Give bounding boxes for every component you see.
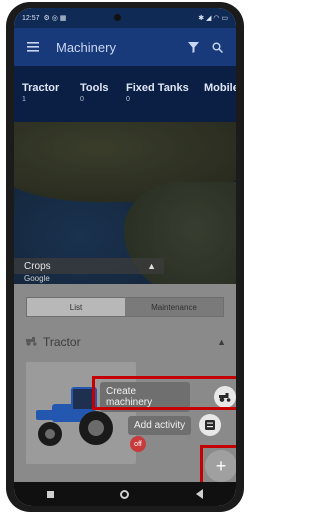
recents-icon[interactable] — [47, 490, 55, 498]
tab-tools[interactable]: Tools 0 — [80, 82, 109, 103]
tab-mobile-label: Mobile — [204, 82, 236, 94]
tab-tractor[interactable]: Tractor 1 — [22, 82, 59, 103]
search-icon[interactable] — [208, 38, 226, 56]
maintenance-toggle[interactable]: Maintenance — [125, 298, 223, 316]
tab-tractor-label: Tractor — [22, 82, 60, 94]
highlight-box — [92, 376, 236, 410]
status-left-icons: ⚙ ◎ ▦ — [43, 15, 67, 22]
status-time: 12:57 — [22, 14, 40, 22]
filter-icon[interactable] — [184, 38, 202, 56]
tab-fixed-tanks[interactable]: Fixed Tanks 0 — [126, 82, 189, 103]
view-toggle: List Maintenance — [26, 297, 224, 317]
tractor-icon — [26, 333, 37, 351]
map-attribution: Google — [24, 274, 50, 283]
highlight-box — [200, 445, 236, 487]
chevron-up-icon: ▲ — [217, 337, 226, 347]
tractor-section-header[interactable]: Tractor ▲ — [26, 332, 226, 352]
android-navbar — [14, 482, 236, 506]
section-title: Tractor — [43, 335, 81, 349]
map-layer-label: Crops — [24, 260, 51, 272]
page-title: Machinery — [56, 39, 116, 55]
tab-tractor-count: 1 — [22, 96, 26, 103]
tab-fixed-tanks-label: Fixed Tanks — [126, 82, 189, 94]
tab-tools-label: Tools — [80, 82, 109, 94]
checklist-icon[interactable] — [199, 414, 222, 436]
map-layer-selector[interactable]: Crops ▲ — [14, 258, 164, 274]
camera-notch — [114, 14, 121, 21]
status-bar: 12:57 ⚙ ◎ ▦ ✱ ◢ ◠ ▭ — [14, 8, 236, 28]
tab-mobile[interactable]: Mobile — [204, 82, 236, 94]
list-toggle[interactable]: List — [27, 298, 125, 316]
machine-category-tabs: Tractor 1 Tools 0 Fixed Tanks 0 Mobile — [14, 66, 236, 122]
status-badge: off — [130, 436, 146, 452]
hamburger-icon[interactable] — [24, 38, 42, 56]
phone-frame: 12:57 ⚙ ◎ ▦ ✱ ◢ ◠ ▭ Machinery Tractor 1 … — [6, 2, 244, 512]
tab-fixed-tanks-count: 0 — [126, 96, 130, 103]
phone-screen: 12:57 ⚙ ◎ ▦ ✱ ◢ ◠ ▭ Machinery Tractor 1 … — [14, 8, 236, 506]
status-right-icons: ✱ ◢ ◠ ▭ — [198, 15, 228, 22]
add-activity-row[interactable]: Add activity — [128, 414, 222, 436]
home-icon[interactable] — [120, 489, 130, 499]
tab-tools-count: 0 — [80, 96, 84, 103]
app-bar: Machinery — [14, 28, 236, 66]
back-icon[interactable] — [195, 489, 203, 499]
chevron-up-icon: ▲ — [147, 261, 156, 271]
add-activity-label[interactable]: Add activity — [128, 415, 192, 435]
